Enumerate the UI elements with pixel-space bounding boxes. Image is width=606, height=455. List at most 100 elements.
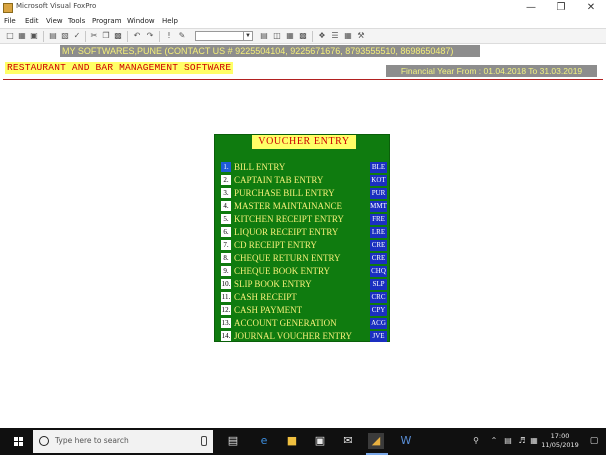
menu-tools[interactable]: Tools <box>68 17 85 25</box>
search-icon <box>39 436 49 446</box>
menu-view[interactable]: View <box>46 17 63 25</box>
menu-window[interactable]: Window <box>127 17 155 25</box>
item-number: 11. <box>221 292 231 302</box>
form-icon[interactable]: ▦ <box>285 31 295 41</box>
item-code: JVE <box>370 331 387 342</box>
taskbar-search-box[interactable]: Type here to search <box>33 430 213 453</box>
open-icon[interactable]: ▦ <box>17 31 27 41</box>
command-window-icon[interactable]: ▤ <box>259 31 269 41</box>
standard-toolbar: □ ▦ ▣ ▤ ▧ ✓ ✂ ❐ ▩ ↶ ↷ ! ✎ ▼ ▤ ◫ ▦ ▩ ❖ ☰ … <box>0 28 606 44</box>
component-gallery-icon[interactable]: ▦ <box>343 31 353 41</box>
voucher-item-account-generation[interactable]: 13. ACCOUNT GENERATION ACG <box>221 317 389 330</box>
edge-browser-icon[interactable]: e <box>256 433 272 449</box>
item-code: LRE <box>370 227 387 238</box>
toolbar-combo-box[interactable]: ▼ <box>195 31 253 41</box>
foxpro-taskbar-icon[interactable]: ◢ <box>368 433 384 449</box>
voucher-menu-list: 1. BILL ENTRY BLE 2. CAPTAIN TAB ENTRY K… <box>221 161 389 343</box>
voucher-item-purchase-bill-entry[interactable]: 3. PURCHASE BILL ENTRY PUR <box>221 187 389 200</box>
redo-icon[interactable]: ↷ <box>145 31 155 41</box>
item-code: MMT <box>370 201 387 212</box>
item-code: PUR <box>370 188 387 199</box>
search-placeholder: Type here to search <box>55 436 129 445</box>
notifications-icon[interactable]: ▢ <box>586 433 602 449</box>
run-icon[interactable]: ! <box>164 31 174 41</box>
toolbar-separator <box>127 31 128 42</box>
item-number: 9. <box>221 266 231 276</box>
voucher-item-master-maintainance[interactable]: 4. MASTER MAINTAINANCE MMT <box>221 200 389 213</box>
task-view-icon[interactable]: ▤ <box>225 433 241 449</box>
item-number: 7. <box>221 240 231 250</box>
file-explorer-icon[interactable]: ■ <box>284 433 300 449</box>
class-browser-icon[interactable]: ☰ <box>330 31 340 41</box>
minimize-icon[interactable]: — <box>516 0 546 16</box>
item-number: 2. <box>221 175 231 185</box>
word-icon[interactable]: W <box>398 433 414 449</box>
app-title: RESTAURANT AND BAR MANAGEMENT SOFTWARE <box>5 62 234 74</box>
item-label: KITCHEN RECEIPT ENTRY <box>234 214 344 224</box>
undo-icon[interactable]: ↶ <box>132 31 142 41</box>
item-number: 1. <box>221 162 231 172</box>
menu-help[interactable]: Help <box>162 17 178 25</box>
spell-check-icon[interactable]: ✓ <box>72 31 82 41</box>
voucher-item-cash-receipt[interactable]: 11. CASH RECEIPT CRC <box>221 291 389 304</box>
close-icon[interactable]: ✕ <box>576 0 606 16</box>
voucher-item-journal-voucher-entry[interactable]: 14. JOURNAL VOUCHER ENTRY JVE <box>221 330 389 343</box>
clock-date: 11/05/2019 <box>541 441 579 449</box>
foxpro-app-icon <box>3 3 13 13</box>
item-code: CPY <box>370 305 387 316</box>
voucher-item-cheque-book-entry[interactable]: 9. CHEQUE BOOK ENTRY CHQ <box>221 265 389 278</box>
voucher-item-cash-payment[interactable]: 12. CASH PAYMENT CPY <box>221 304 389 317</box>
tools-icon[interactable]: ⚒ <box>356 31 366 41</box>
financial-year-label: Financial Year From : 01.04.2018 To 31.0… <box>386 65 597 77</box>
clock-time: 17:00 <box>550 432 570 440</box>
menu-bar: File Edit View Tools Program Window Help <box>0 16 606 28</box>
voucher-item-kitchen-receipt-entry[interactable]: 5. KITCHEN RECEIPT ENTRY FRE <box>221 213 389 226</box>
item-code: CRC <box>370 292 387 303</box>
voucher-entry-title: VOUCHER ENTRY <box>252 135 356 149</box>
item-number: 8. <box>221 253 231 263</box>
store-icon[interactable]: ▣ <box>312 433 328 449</box>
voucher-item-liquor-receipt-entry[interactable]: 6. LIQUOR RECEIPT ENTRY LRE <box>221 226 389 239</box>
voucher-item-slip-book-entry[interactable]: 10. SLIP BOOK ENTRY SLP <box>221 278 389 291</box>
chevron-down-icon[interactable]: ▼ <box>243 32 252 40</box>
new-icon[interactable]: □ <box>5 31 15 41</box>
save-icon[interactable]: ▣ <box>29 31 39 41</box>
voucher-item-cheque-return-entry[interactable]: 8. CHEQUE RETURN ENTRY CRE <box>221 252 389 265</box>
print-preview-icon[interactable]: ▧ <box>60 31 70 41</box>
toolbar-separator <box>85 31 86 42</box>
item-label: ACCOUNT GENERATION <box>234 318 337 328</box>
item-number: 14. <box>221 331 231 341</box>
item-code: CHQ <box>370 266 387 277</box>
report-icon[interactable]: ▩ <box>298 31 308 41</box>
item-code: SLP <box>370 279 387 290</box>
item-number: 13. <box>221 318 231 328</box>
people-icon[interactable]: ⚲ <box>468 433 484 449</box>
paste-icon[interactable]: ▩ <box>113 31 123 41</box>
windows-logo-icon <box>14 437 23 446</box>
maximize-icon[interactable]: ❐ <box>546 0 576 16</box>
item-code: ACG <box>370 318 387 329</box>
header-divider <box>3 79 603 80</box>
cut-icon[interactable]: ✂ <box>89 31 99 41</box>
print-icon[interactable]: ▤ <box>48 31 58 41</box>
voucher-item-captain-tab-entry[interactable]: 2. CAPTAIN TAB ENTRY KOT <box>221 174 389 187</box>
menu-program[interactable]: Program <box>92 17 122 25</box>
microphone-icon[interactable] <box>201 436 207 446</box>
item-label: MASTER MAINTAINANCE <box>234 201 343 211</box>
voucher-item-cd-receipt-entry[interactable]: 7. CD RECEIPT ENTRY CRE <box>221 239 389 252</box>
voucher-item-bill-entry[interactable]: 1. BILL ENTRY BLE <box>221 161 389 174</box>
mail-icon[interactable]: ✉ <box>340 433 356 449</box>
database-icon[interactable]: ❖ <box>317 31 327 41</box>
menu-file[interactable]: File <box>4 17 16 25</box>
copy-icon[interactable]: ❐ <box>101 31 111 41</box>
start-button[interactable] <box>5 428 32 455</box>
item-label: SLIP BOOK ENTRY <box>234 279 312 289</box>
item-number: 5. <box>221 214 231 224</box>
menu-edit[interactable]: Edit <box>25 17 39 25</box>
item-number: 6. <box>221 227 231 237</box>
system-clock[interactable]: 17:00 11/05/2019 <box>540 432 580 450</box>
item-code: BLE <box>370 162 387 173</box>
item-label: JOURNAL VOUCHER ENTRY <box>234 331 353 341</box>
modify-icon[interactable]: ✎ <box>177 31 187 41</box>
data-session-icon[interactable]: ◫ <box>272 31 282 41</box>
